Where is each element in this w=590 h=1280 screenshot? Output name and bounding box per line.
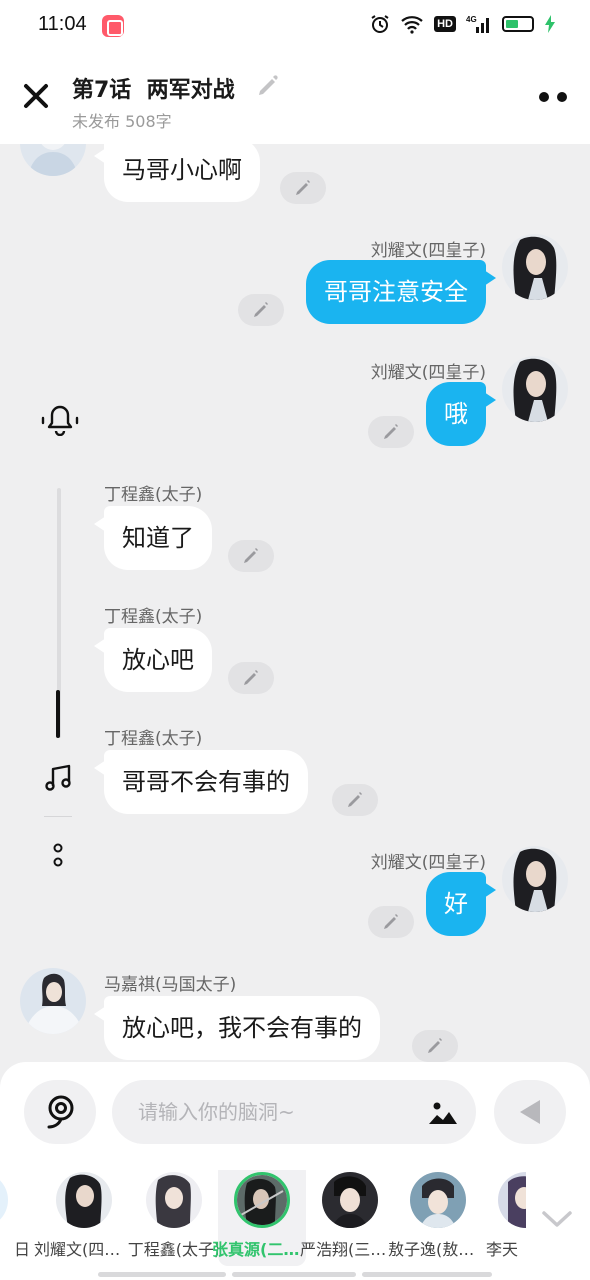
avatar-liuyaowen[interactable] [502, 234, 568, 300]
send-button[interactable] [494, 1080, 566, 1144]
editor-header: 第7话 两军对战 未发布 508字 [0, 52, 590, 144]
edit-message-button[interactable] [228, 662, 274, 694]
character-item[interactable]: 日 [0, 1170, 30, 1260]
edit-message-button[interactable] [228, 540, 274, 572]
character-name: 敖子逸(敖国太子) [388, 1240, 488, 1259]
close-icon[interactable] [22, 82, 50, 110]
character-avatar [410, 1172, 466, 1228]
app-notification-icon [102, 15, 124, 37]
charging-icon [545, 15, 555, 33]
bottom-scroll-indicator [98, 1272, 492, 1280]
avatar-liuyaowen[interactable] [502, 846, 568, 912]
edit-message-button[interactable] [238, 294, 284, 326]
message-bubble[interactable]: 哥哥不会有事的 [94, 750, 308, 814]
signal-icon: 4G [466, 15, 489, 33]
svg-text:4G: 4G [466, 15, 477, 24]
chapter-title[interactable]: 第7话 两军对战 [72, 72, 235, 104]
edit-message-button[interactable] [280, 172, 326, 204]
music-icon[interactable] [44, 764, 72, 792]
hd-badge: HD [434, 16, 456, 32]
volume-level[interactable] [56, 690, 60, 738]
character-item[interactable]: 敖子逸(敖国太子) [388, 1170, 488, 1260]
message-bubble[interactable]: 知道了 [94, 506, 212, 570]
chevron-down-icon[interactable] [540, 1208, 574, 1230]
character-avatar [234, 1172, 290, 1228]
tool-divider [44, 816, 72, 817]
character-name: 李天 [486, 1240, 519, 1259]
status-time: 11:04 [38, 13, 87, 35]
more-tools-icon[interactable] [52, 842, 64, 868]
send-icon [520, 1100, 540, 1124]
bell-icon[interactable] [40, 404, 80, 436]
avatar-majiaqi[interactable] [20, 144, 86, 176]
character-name: 严浩翔(三皇子) [300, 1240, 400, 1259]
message-input[interactable] [112, 1080, 476, 1144]
voice-icon [47, 1095, 74, 1129]
character-item[interactable]: 严浩翔(三皇子) [300, 1170, 400, 1260]
alarm-icon [371, 15, 389, 33]
avatar-majiaqi[interactable] [20, 968, 86, 1034]
character-avatar [322, 1172, 378, 1228]
character-item-selected[interactable]: 张真源(二皇子) [212, 1170, 312, 1266]
speaker-name: 丁程鑫(太子) [104, 729, 203, 749]
character-name: 日 [13, 1240, 30, 1259]
character-item[interactable]: 刘耀文(四皇子) [34, 1170, 134, 1260]
voice-button[interactable] [24, 1080, 96, 1144]
speaker-name: 马嘉祺(马国太子) [104, 975, 237, 995]
status-bar: 11:04 HD 4G [0, 0, 590, 52]
character-avatar [56, 1172, 112, 1228]
image-icon[interactable] [428, 1100, 458, 1126]
avatar-liuyaowen[interactable] [502, 356, 568, 422]
speaker-name: 丁程鑫(太子) [104, 607, 203, 627]
chat-area[interactable]: 马哥小心啊 刘耀文(四皇子) 哥哥注意安全 刘耀文(四皇子) 哦 丁程鑫(太子)… [0, 144, 590, 1064]
edit-title-icon[interactable] [256, 74, 280, 98]
message-bubble[interactable]: 放心吧，我不会有事的 [94, 996, 380, 1060]
character-name: 刘耀文(四皇子) [34, 1240, 134, 1259]
speaker-name: 刘耀文(四皇子) [370, 241, 486, 261]
more-options-icon[interactable] [538, 90, 568, 104]
message-bubble[interactable]: 马哥小心啊 [94, 144, 260, 202]
message-bubble[interactable]: 哦 [426, 382, 496, 446]
edit-message-button[interactable] [368, 416, 414, 448]
battery-icon [502, 16, 534, 32]
character-avatar [146, 1172, 202, 1228]
speaker-name: 丁程鑫(太子) [104, 485, 203, 505]
character-name: 丁程鑫(太子) [127, 1240, 221, 1259]
character-item[interactable]: 李天 [482, 1170, 526, 1260]
edit-message-button[interactable] [412, 1030, 458, 1062]
chapter-status: 未发布 508字 [72, 112, 172, 131]
status-icons: HD 4G [370, 14, 556, 34]
message-bubble[interactable]: 哥哥注意安全 [306, 260, 496, 324]
character-item[interactable]: 丁程鑫(太子) [128, 1170, 220, 1260]
edit-message-button[interactable] [332, 784, 378, 816]
message-bubble[interactable]: 放心吧 [94, 628, 212, 692]
wifi-icon [401, 16, 423, 34]
character-strip[interactable]: 日 刘耀文(四皇子) 丁程鑫(太子) 张真源(二皇子) 严浩翔(三皇子) 敖子逸… [0, 1170, 526, 1280]
character-name: 张真源(二皇子) [212, 1240, 312, 1259]
edit-message-button[interactable] [368, 906, 414, 938]
speaker-name: 刘耀文(四皇子) [370, 853, 486, 873]
character-avatar [0, 1172, 8, 1228]
speaker-name: 刘耀文(四皇子) [370, 363, 486, 383]
message-bubble[interactable]: 好 [426, 872, 496, 936]
character-avatar [498, 1172, 526, 1228]
